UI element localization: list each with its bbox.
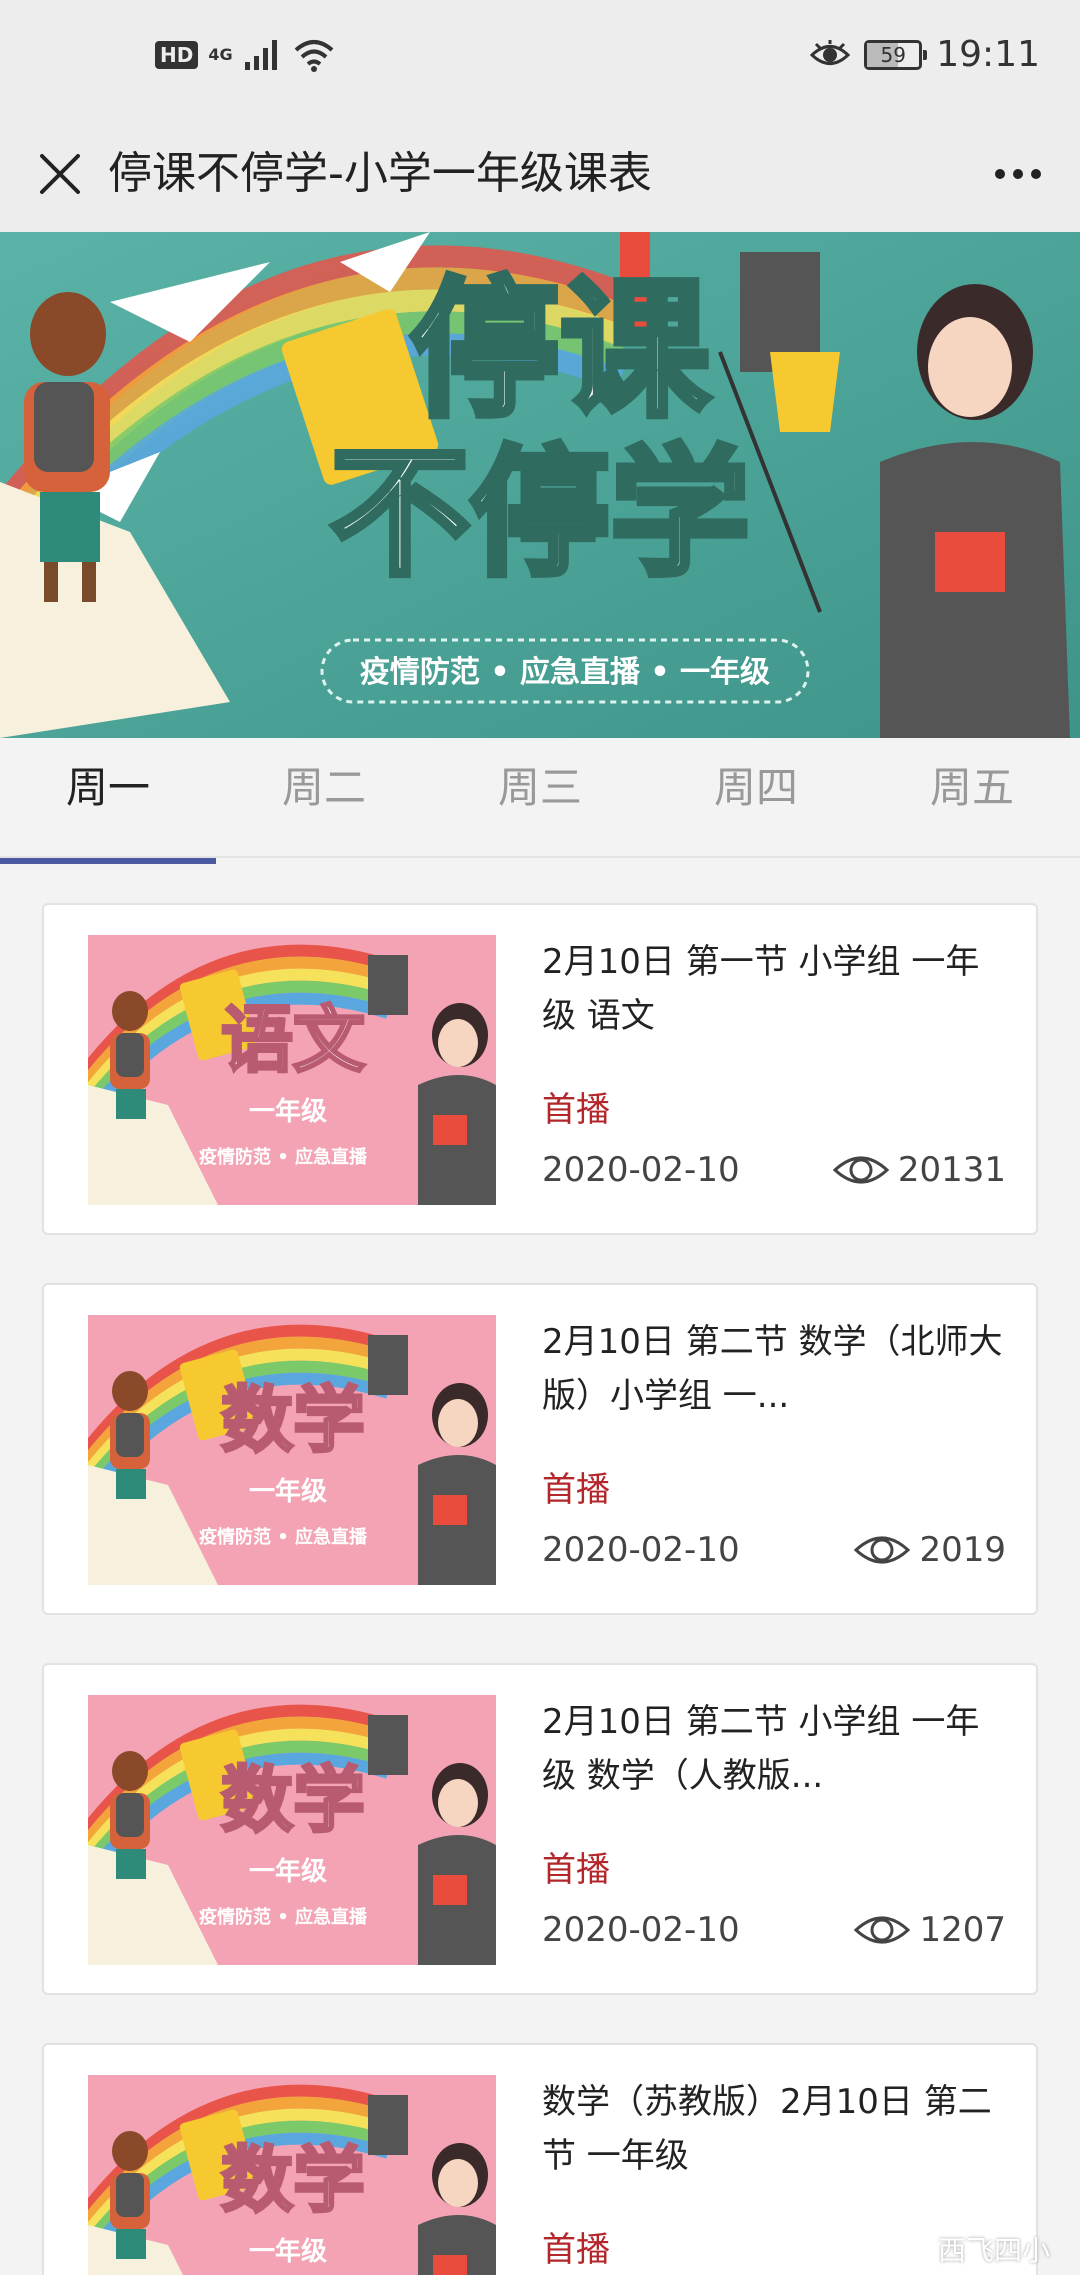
view-count: 1207 [853,1905,1006,1955]
lesson-date: 2020-02-10 [542,1150,740,1190]
watermark-text: 西飞四小 [937,2234,1050,2267]
hero-banner: 停课 不停学 疫情防范 • 应急直播 • 一年级 [0,232,1080,738]
status-left: HD 4G [155,38,335,72]
view-count: 2019 [853,1525,1006,1575]
premiere-tag: 首播 [542,1090,610,1130]
lesson-date: 2020-02-10 [542,1910,740,1950]
view-count-value: 2019 [919,1530,1006,1570]
thumbnail-grade: 一年级 [249,1476,327,1507]
battery-level: 59 [880,42,906,67]
banner-title-line1: 停课 [410,264,711,438]
thumbnail-subject: 数学 [221,1758,365,1842]
lesson-title[interactable]: 数学（苏教版）2月10日 第二节 一年级 [542,2075,1012,2183]
lesson-title[interactable]: 2月10日 第二节 数学（北师大版）小学组 一... [542,1315,1012,1423]
lesson-card[interactable]: 数学 一年级 疫情防范 • 应急直播 2月10日 第二节 小学组 一年级 数学（… [42,1663,1038,1995]
thumbnail-subject: 数学 [221,1378,365,1462]
tab-tuesday[interactable]: 周二 [216,738,432,856]
eye-comfort-icon [810,39,851,65]
clock: 19:11 [936,34,1040,75]
tab-wednesday[interactable]: 周三 [432,738,648,856]
thumbnail-tagline: 疫情防范 • 应急直播 [199,1146,368,1168]
wechat-icon [899,2237,930,2260]
view-count: 20131 [832,1145,1006,1195]
thumbnail-subject: 语文 [221,998,365,1082]
close-icon[interactable] [30,144,90,204]
thumbnail-subject: 数学 [221,2138,365,2222]
banner-illustration: 停课 不停学 疫情防范 • 应急直播 • 一年级 [0,232,1080,738]
nav-bar: 停课不停学-小学一年级课表 [0,120,1080,232]
status-right: 59 19:11 [810,34,1040,75]
lesson-thumbnail[interactable]: 数学 一年级 疫情防范 • 应急直播 [88,1315,496,1585]
eye-icon [832,1156,890,1184]
hd-badge: HD [155,41,199,69]
banner-tagline: 疫情防范 • 应急直播 • 一年级 [360,655,770,690]
lesson-card[interactable]: 语文 一年级 疫情防范 • 应急直播 2月10日 第一节 小学组 一年级 语文 … [42,903,1038,1235]
thumbnail-tagline: 疫情防范 • 应急直播 [199,1906,368,1928]
battery-indicator: 59 [864,39,928,70]
wifi-icon [294,40,333,72]
signal-icon [244,40,277,70]
lesson-date: 2020-02-10 [542,1530,740,1570]
lesson-thumbnail[interactable]: 语文 一年级 疫情防范 • 应急直播 [88,935,496,1205]
weekday-tabs: 周一 周二 周三 周四 周五 [0,738,1080,864]
thumbnail-grade: 一年级 [249,1096,327,1127]
lesson-card[interactable]: 数学 一年级 数学（苏教版）2月10日 第二节 一年级 首播 [42,2043,1038,2275]
more-icon[interactable] [988,144,1048,204]
lesson-card[interactable]: 数学 一年级 疫情防范 • 应急直播 2月10日 第二节 数学（北师大版）小学组… [42,1283,1038,1615]
page-title: 停课不停学-小学一年级课表 [108,148,652,199]
eye-icon [854,1536,911,1564]
lesson-title[interactable]: 2月10日 第一节 小学组 一年级 语文 [542,935,1012,1043]
status-bar: HD 4G 59 19:11 [0,0,1080,120]
thumbnail-tagline: 疫情防范 • 应急直播 [199,1526,368,1548]
premiere-tag: 首播 [542,2230,610,2270]
tab-thursday[interactable]: 周四 [648,738,864,856]
view-count-value: 1207 [919,1910,1006,1950]
lesson-thumbnail[interactable]: 数学 一年级 疫情防范 • 应急直播 [88,1695,496,1965]
watermark: 西飞四小 [899,2229,1050,2269]
thumbnail-grade: 一年级 [249,2236,327,2267]
tab-monday[interactable]: 周一 [0,738,216,864]
eye-icon [854,1916,911,1944]
lesson-thumbnail[interactable]: 数学 一年级 [88,2075,496,2275]
tab-friday[interactable]: 周五 [864,738,1080,856]
premiere-tag: 首播 [542,1850,610,1890]
banner-title-line2: 不停学 [330,433,750,596]
view-count-value: 20131 [897,1150,1006,1190]
thumbnail-grade: 一年级 [249,1856,327,1887]
lesson-title[interactable]: 2月10日 第二节 小学组 一年级 数学（人教版... [542,1695,1012,1803]
network-type: 4G [208,45,233,64]
premiere-tag: 首播 [542,1470,610,1510]
